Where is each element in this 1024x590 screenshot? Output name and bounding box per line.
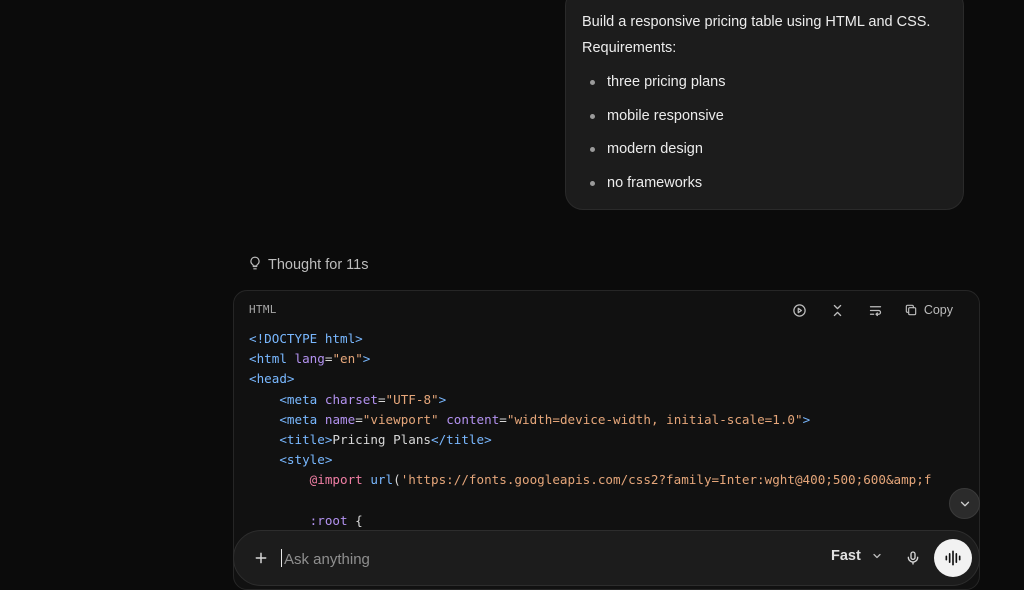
chevron-down-icon [873, 553, 881, 559]
code-line: <!DOCTYPE html> [249, 329, 979, 349]
code-token: <meta [279, 411, 318, 427]
list-item: mobile responsive [590, 103, 947, 137]
code-token: <title> [279, 431, 333, 447]
microphone-button[interactable] [902, 547, 924, 569]
code-token: url [370, 472, 394, 488]
code-token: content [446, 411, 500, 427]
code-line: <title>Pricing Plans</title> [249, 430, 979, 450]
code-token: @import [309, 472, 363, 488]
code-token: <head> [249, 371, 295, 387]
copy-code-button[interactable]: Copy [904, 303, 953, 317]
copy-label: Copy [923, 303, 953, 317]
code-header: HTML Copy [234, 291, 979, 329]
microphone-icon [907, 551, 919, 565]
scroll-to-bottom-button[interactable] [949, 488, 980, 519]
code-token: </title> [431, 431, 492, 447]
user-message-bubble: Build a responsive pricing table using H… [565, 0, 964, 210]
code-token: = [355, 411, 363, 427]
plus-icon [255, 552, 267, 564]
thought-label: Thought for 11s [268, 257, 369, 273]
mode-label: Fast [831, 548, 861, 564]
code-token: <!DOCTYPE html> [249, 331, 363, 346]
lightbulb-icon [248, 256, 262, 274]
composer: Fast [233, 530, 980, 586]
thought-toggle[interactable]: Thought for 11s [248, 255, 369, 275]
list-item: three pricing plans [590, 69, 947, 103]
code-line: :root { [249, 511, 979, 531]
code-line: @import url('https://fonts.googleapis.co… [249, 470, 979, 490]
code-toolbar: Copy [790, 300, 953, 320]
code-token: "viewport" [362, 411, 439, 427]
code-content: <!DOCTYPE html> <html lang="en"> <head> <m… [249, 329, 979, 531]
code-line: <meta charset="UTF-8"> [249, 390, 979, 410]
audio-waveform-icon [945, 550, 961, 566]
bullet-icon [590, 80, 595, 85]
chevron-down-icon [960, 501, 969, 506]
code-token: "width=device-width, initial-scale=1.0" [506, 411, 803, 427]
code-token: = [499, 411, 507, 427]
code-token: <meta [279, 391, 318, 407]
code-token: "UTF-8" [385, 391, 439, 407]
user-message-line-1: Build a responsive pricing table using H… [582, 14, 931, 30]
code-line: <meta name="viewport" content="width=dev… [249, 410, 979, 430]
run-code-button[interactable] [790, 300, 810, 320]
code-token: charset [324, 391, 378, 407]
code-token: <html [249, 351, 287, 367]
requirements-list: three pricing plans mobile responsive mo… [582, 69, 947, 203]
code-token: ( [393, 472, 401, 488]
code-token: { [347, 512, 363, 528]
code-token: = [377, 391, 386, 407]
code-token: > [438, 391, 447, 407]
bullet-icon [590, 147, 595, 153]
code-token: :root [309, 512, 348, 528]
code-language: HTML [249, 303, 277, 316]
code-line: <head> [249, 369, 979, 389]
code-token: > [362, 351, 371, 367]
list-item: modern design [590, 136, 947, 170]
code-token: 'https://fonts.googleapis.com/css2?famil… [400, 472, 932, 488]
code-token: > [802, 411, 811, 427]
user-message-line-2: Requirements: [582, 40, 677, 56]
mode-selector[interactable]: Fast [831, 548, 883, 564]
code-token: "en" [332, 351, 363, 367]
code-line: <html lang="en"> [249, 349, 979, 369]
wrap-lines-button[interactable] [866, 300, 886, 320]
code-token: lang [294, 351, 325, 367]
bullet-icon [590, 180, 595, 186]
bullet-icon [590, 113, 595, 119]
copy-icon [905, 304, 917, 316]
code-token: <style> [279, 452, 333, 468]
attach-button[interactable] [250, 547, 272, 569]
ask-input[interactable] [282, 546, 766, 572]
code-token: Pricing Plans [332, 431, 431, 447]
collapse-code-button[interactable] [828, 300, 848, 320]
wrap-icon [870, 305, 882, 316]
code-line: <style> [249, 450, 979, 470]
voice-mode-button[interactable] [934, 539, 972, 577]
list-item: no frameworks [590, 170, 947, 204]
code-token: name [324, 411, 356, 427]
play-icon [793, 303, 807, 317]
collapse-icon [834, 304, 842, 316]
